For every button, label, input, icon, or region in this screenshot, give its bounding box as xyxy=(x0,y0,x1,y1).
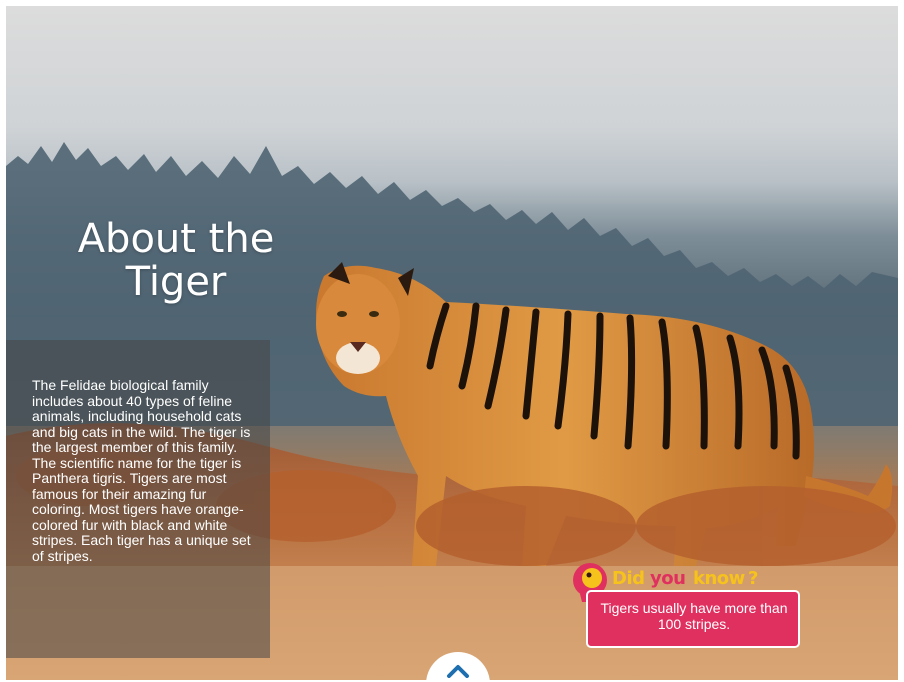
hero-scene: About the Tiger The Felidae biological f… xyxy=(6,6,898,680)
fact-box: Tigers usually have more than 100 stripe… xyxy=(586,590,800,648)
did-you-know-card: Did you know ? Tigers usually have more … xyxy=(566,558,816,658)
description-panel: The Felidae biological family includes a… xyxy=(6,340,270,658)
chevron-up-icon xyxy=(447,665,469,678)
know-label: know xyxy=(693,568,745,589)
you-label: you xyxy=(650,568,686,589)
fact-text: Tigers usually have more than 100 stripe… xyxy=(600,600,788,632)
question-mark: ? xyxy=(748,568,758,589)
description-text: The Felidae biological family includes a… xyxy=(32,377,251,564)
page-title: About the Tiger xyxy=(77,216,275,305)
did-label: Did xyxy=(612,568,645,589)
